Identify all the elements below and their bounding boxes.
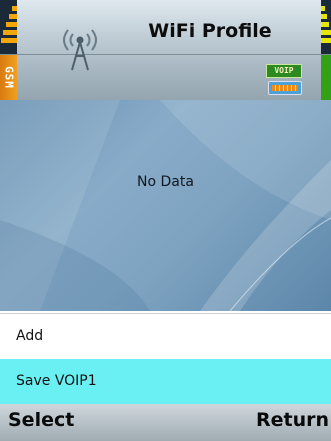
select-softkey[interactable]: Select (8, 409, 74, 431)
empty-state-text: No Data (137, 174, 194, 190)
content-area: No Data (0, 100, 331, 311)
page-title: WiFi Profile (148, 20, 272, 42)
softkey-bar: Select Return (0, 404, 331, 441)
network-type-label: GSM (2, 66, 16, 89)
status-header: GSM WiFi Profile VOIP (0, 0, 331, 100)
menu-item-save-voip1[interactable]: Save VOIP1 (0, 359, 331, 404)
menu-item-add[interactable]: Add (0, 313, 331, 358)
battery-icon (268, 81, 302, 95)
wifi-antenna-icon (63, 29, 97, 71)
voip-badge: VOIP (266, 64, 302, 78)
return-softkey[interactable]: Return (256, 409, 329, 431)
phone-screen: GSM WiFi Profile VOIP No Data Add Save V… (0, 0, 331, 441)
battery-level-indicator (321, 0, 331, 54)
signal-strength-indicator (0, 0, 17, 54)
wallpaper (0, 100, 331, 311)
options-menu: Add Save VOIP1 (0, 311, 331, 404)
right-status-tab (321, 54, 331, 100)
network-type-tab: GSM (0, 54, 17, 100)
header-divider (0, 54, 331, 55)
